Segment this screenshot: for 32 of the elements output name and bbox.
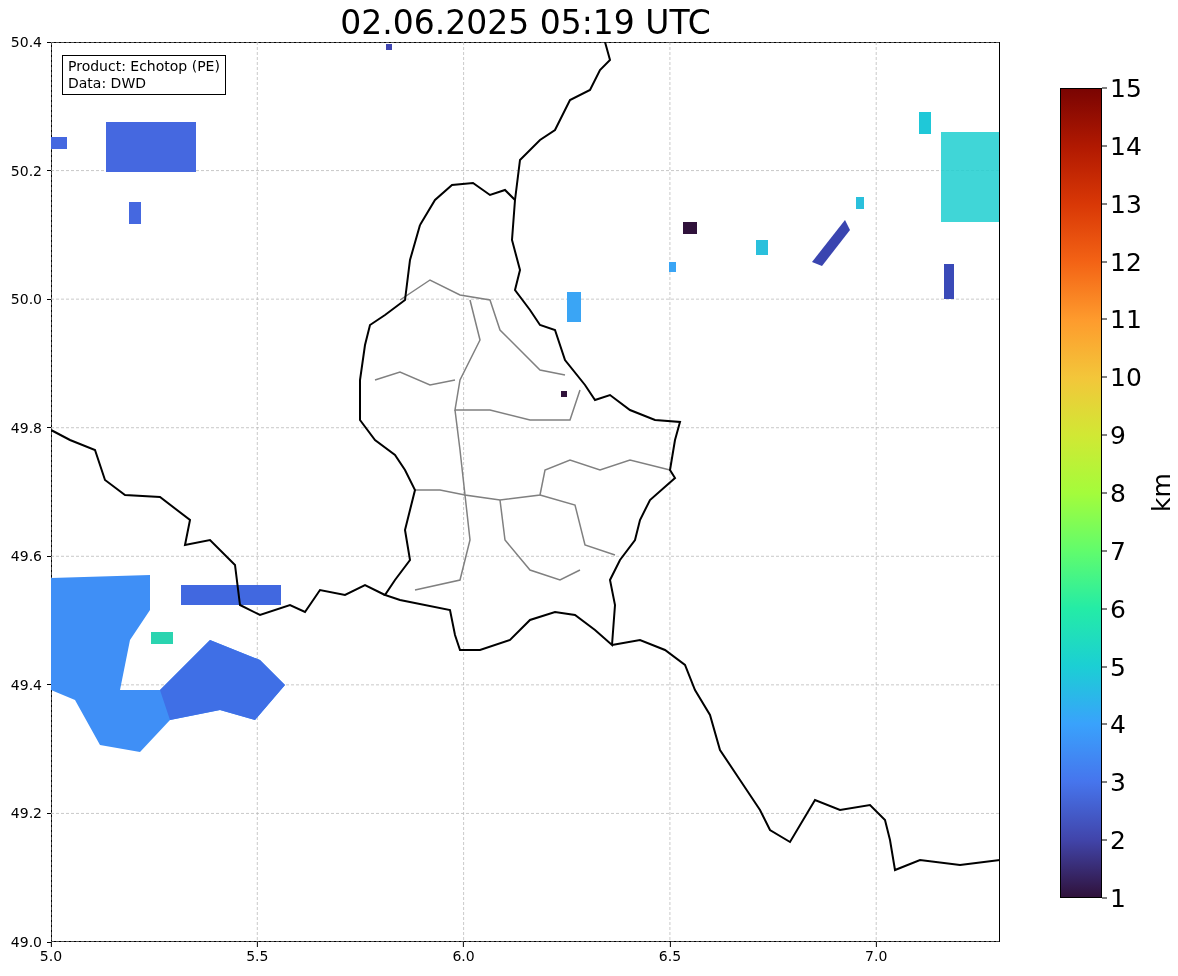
legend-text: Product: Echotop (PE) bbox=[68, 58, 220, 75]
legend-text: Data: DWD bbox=[68, 75, 147, 92]
colorbar-tick-label: 15 bbox=[1110, 73, 1142, 103]
colorbar-tick-label: 5 bbox=[1110, 652, 1126, 682]
colorbar-tick-label: 9 bbox=[1110, 420, 1126, 450]
colorbar-tick-label: 4 bbox=[1110, 709, 1126, 739]
x-tick-label: 7.0 bbox=[865, 948, 888, 964]
colorbar-tick-label: 13 bbox=[1110, 189, 1142, 219]
colorbar-tick-label: 10 bbox=[1110, 362, 1142, 392]
y-tick-label: 49.2 bbox=[10, 805, 42, 822]
y-tick-label: 50.2 bbox=[10, 162, 42, 179]
y-tick-label: 50.0 bbox=[10, 291, 42, 308]
chart-title: 02.06.2025 05:19 UTC bbox=[339, 2, 712, 42]
y-tick-label: 49.6 bbox=[10, 548, 42, 565]
x-tick-label: 6.0 bbox=[452, 948, 475, 964]
y-tick-label: 49.8 bbox=[10, 419, 42, 436]
colorbar-tick-label: 14 bbox=[1110, 131, 1142, 161]
colorbar-tick-label: 6 bbox=[1110, 594, 1126, 624]
colorbar-tick-label: 8 bbox=[1110, 478, 1126, 508]
colorbar-tick-label: 3 bbox=[1110, 767, 1126, 797]
colorbar-label: km bbox=[1146, 473, 1176, 512]
colorbar-tick-label: 7 bbox=[1110, 536, 1126, 566]
colorbar-tick-label: 2 bbox=[1110, 825, 1126, 855]
x-tick-label: 6.5 bbox=[658, 948, 682, 964]
colorbar-tick-label: 11 bbox=[1110, 304, 1142, 334]
x-tick-label: 5.5 bbox=[246, 948, 269, 964]
colorbar-tick-label: 12 bbox=[1110, 247, 1142, 277]
y-tick-label: 49.4 bbox=[10, 676, 42, 693]
x-tick-label: 5.0 bbox=[39, 948, 63, 964]
y-tick-label: 50.4 bbox=[10, 34, 42, 50]
colorbar-tick-label: 1 bbox=[1110, 883, 1126, 913]
y-tick-label: 49.0 bbox=[10, 934, 42, 950]
